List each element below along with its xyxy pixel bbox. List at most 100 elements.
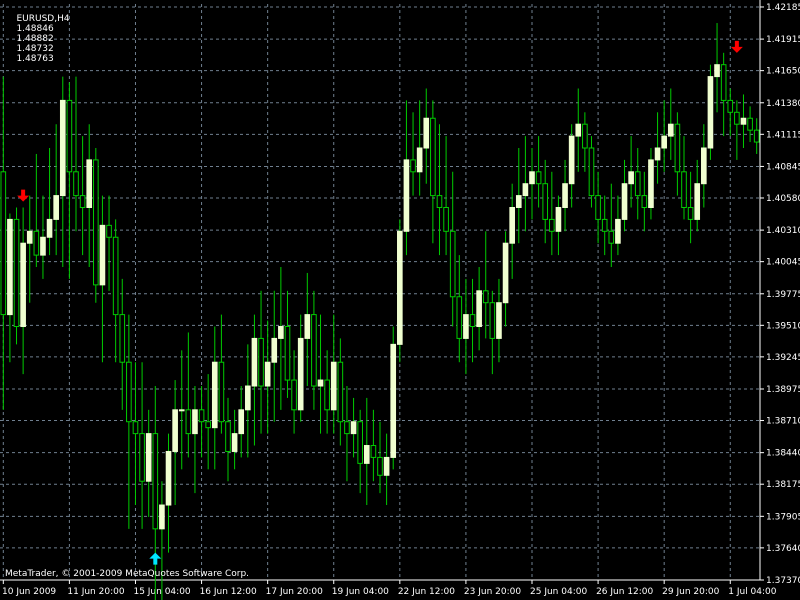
candle-body — [687, 207, 694, 220]
buy-arrow-icon — [149, 552, 162, 565]
y-tick-label: 1.38975 — [766, 385, 800, 395]
candle-body — [79, 195, 86, 209]
candle-body — [423, 117, 430, 149]
x-tick-label: 16 Jun 12:00 — [200, 587, 257, 597]
price-close: 1.48763 — [16, 54, 54, 64]
copyright-text: MetaTrader, © 2001-2009 MetaQuotes Softw… — [5, 569, 250, 579]
candle-body — [529, 171, 535, 185]
candle-body — [291, 379, 297, 411]
candle-body — [469, 314, 476, 328]
candle-body — [522, 183, 529, 197]
y-tick-label: 1.38710 — [766, 417, 800, 427]
candle-body — [542, 183, 549, 220]
candle-body — [615, 218, 621, 244]
candle-body — [555, 207, 562, 232]
candle-body — [390, 343, 397, 458]
candle-body — [681, 171, 687, 209]
chart-window[interactable]: 1.42185 1.41915 1.41650 1.41380 1.41115 1.408… — [0, 0, 800, 600]
candle-body — [515, 195, 522, 209]
candle-body — [661, 135, 667, 149]
candle-body — [251, 337, 258, 387]
candle-body — [377, 456, 383, 476]
candle-body — [707, 76, 714, 149]
candle-body — [304, 314, 311, 339]
candle-body — [119, 314, 126, 363]
candle-body — [363, 445, 370, 464]
candle-body — [747, 117, 753, 131]
candle-body — [245, 385, 251, 411]
x-tick-label: 19 Jun 04:00 — [332, 587, 389, 597]
candle-body — [430, 117, 436, 197]
candle-body — [126, 361, 132, 423]
candle-body — [172, 409, 178, 452]
candle-body — [397, 230, 403, 345]
candle-body — [33, 230, 40, 256]
x-tick-label: 29 Jun 20:00 — [662, 587, 719, 597]
x-tick-label: 23 Jun 20:00 — [464, 587, 521, 597]
candle-body — [284, 326, 291, 381]
candle-body — [720, 64, 727, 101]
y-tick-label: 1.37640 — [766, 544, 800, 554]
candle-body — [20, 242, 26, 328]
candle-body — [496, 302, 502, 339]
candle-body — [297, 337, 304, 411]
candle-body — [370, 445, 377, 458]
candle-body — [7, 218, 13, 316]
y-tick-label: 1.41380 — [766, 99, 800, 109]
candle-body — [568, 135, 575, 185]
candle-body — [753, 129, 760, 143]
sell-arrow-icon — [730, 40, 743, 53]
x-tick-label: 22 Jun 12:00 — [398, 587, 455, 597]
candle-body — [443, 207, 449, 232]
candle-body — [26, 230, 33, 244]
candle-body — [152, 433, 159, 530]
candle-body — [502, 242, 509, 304]
y-tick-label: 1.40310 — [766, 226, 800, 236]
y-tick-label: 1.39510 — [766, 321, 800, 331]
candle-body — [601, 218, 608, 232]
candle-body — [482, 290, 489, 304]
candle-body — [231, 433, 238, 452]
candle-body — [595, 195, 601, 220]
candle-body — [701, 147, 707, 185]
candle-body — [185, 409, 192, 435]
y-tick-label: 1.42185 — [766, 3, 800, 13]
candle-body — [416, 147, 423, 173]
sell-arrow-icon — [17, 189, 30, 202]
candle-body — [93, 159, 99, 286]
y-tick-label: 1.37370 — [766, 576, 800, 586]
candle-body — [628, 171, 634, 185]
candle-body — [192, 409, 198, 435]
candle-body — [350, 421, 357, 435]
candle-body — [403, 159, 410, 232]
candle-body — [575, 123, 582, 137]
candle-body — [667, 123, 674, 137]
y-tick-label: 1.41650 — [766, 67, 800, 77]
candle-body — [46, 218, 53, 238]
candle-body — [66, 99, 73, 173]
candle-body — [509, 207, 515, 244]
candle-body — [225, 421, 231, 452]
candle-body — [357, 421, 363, 464]
candle-body — [86, 159, 93, 209]
candle-body — [145, 433, 152, 482]
candle-body — [383, 456, 390, 476]
candle-body — [634, 171, 641, 197]
candle-body — [337, 361, 344, 423]
candle-body — [159, 504, 165, 530]
candle-body — [258, 337, 264, 387]
y-tick-label: 1.41915 — [766, 35, 800, 45]
candle-body — [463, 314, 469, 339]
symbol-timeframe: EURUSD,H4 — [16, 14, 70, 24]
candle-body — [476, 290, 482, 328]
price-high: 1.48882 — [16, 34, 54, 44]
price-bid: 1.48846 — [16, 24, 54, 34]
price-chart[interactable]: 1.42185 1.41915 1.41650 1.41380 1.41115 1.408… — [0, 0, 800, 600]
candle-body — [264, 361, 271, 387]
y-tick-label: 1.39775 — [766, 290, 800, 300]
candle-body — [694, 183, 701, 220]
candle-body — [317, 379, 324, 387]
candle-body — [621, 183, 628, 220]
candle-body — [278, 326, 284, 339]
candle-body — [734, 111, 740, 125]
